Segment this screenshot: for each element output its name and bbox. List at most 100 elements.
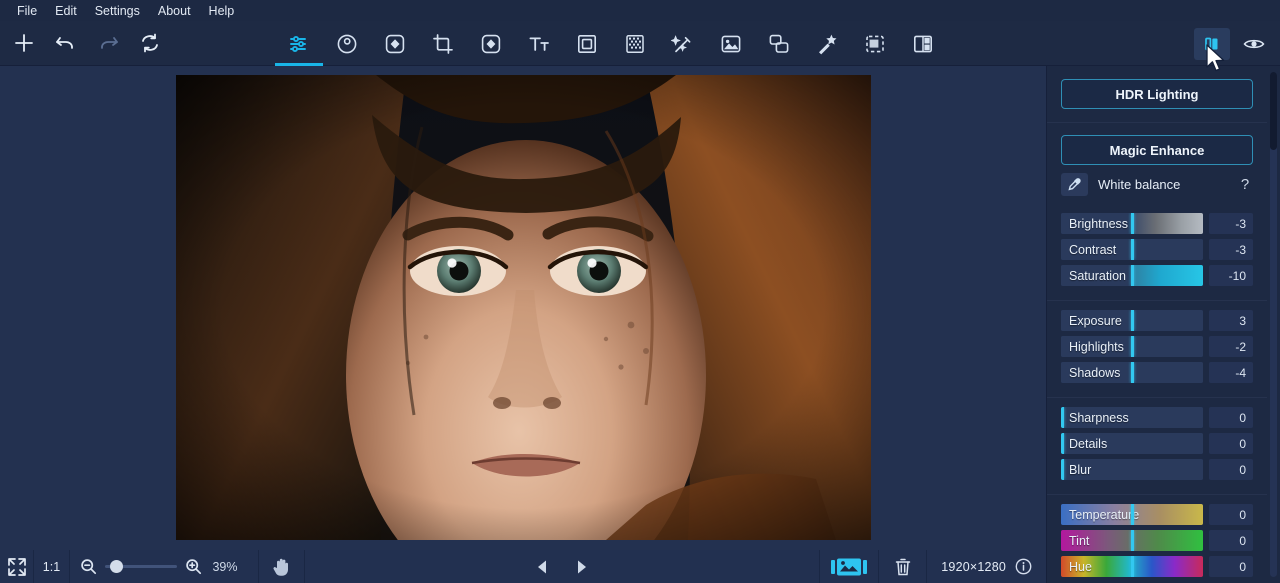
zoom-slider[interactable] bbox=[105, 560, 177, 573]
zoom-in-icon[interactable] bbox=[185, 558, 202, 575]
tool-split-layout[interactable] bbox=[899, 21, 947, 66]
slider-thumb[interactable] bbox=[1130, 504, 1134, 525]
slider-thumb[interactable] bbox=[1130, 336, 1134, 357]
tool-layers[interactable] bbox=[755, 21, 803, 66]
tool-selection[interactable] bbox=[851, 21, 899, 66]
tool-magic-wand[interactable] bbox=[659, 21, 707, 66]
slider-value-shadows[interactable]: -4 bbox=[1209, 362, 1253, 383]
slider-contrast[interactable]: Contrast bbox=[1061, 239, 1203, 260]
panel-scrollbar-thumb[interactable] bbox=[1270, 72, 1277, 150]
zoom-control-group: 39% bbox=[70, 550, 259, 583]
menu-file[interactable]: File bbox=[8, 2, 46, 20]
adjustments-panel: HDR Lighting Magic Enhance White balance… bbox=[1046, 66, 1280, 583]
slider-row-saturation: Saturation -10 bbox=[1061, 265, 1253, 286]
tool-image[interactable] bbox=[707, 21, 755, 66]
slider-value-contrast[interactable]: -3 bbox=[1209, 239, 1253, 260]
photo-preview[interactable] bbox=[176, 75, 871, 540]
slider-hue[interactable]: Hue bbox=[1061, 556, 1203, 577]
slider-blur[interactable]: Blur bbox=[1061, 459, 1203, 480]
slider-thumb[interactable] bbox=[1061, 459, 1064, 480]
layers-icon bbox=[767, 32, 791, 56]
slider-thumb[interactable] bbox=[1130, 265, 1134, 286]
zoom-out-icon[interactable] bbox=[80, 558, 97, 575]
tool-effects[interactable] bbox=[371, 21, 419, 66]
slider-thumb[interactable] bbox=[1130, 530, 1134, 551]
tool-crop[interactable] bbox=[419, 21, 467, 66]
menu-about[interactable]: About bbox=[149, 2, 200, 20]
white-balance-label: White balance bbox=[1098, 177, 1181, 192]
eyedropper-icon[interactable] bbox=[1061, 173, 1088, 196]
split-layout-icon bbox=[911, 32, 935, 56]
slider-thumb[interactable] bbox=[1061, 407, 1064, 428]
slider-brightness[interactable]: Brightness bbox=[1061, 213, 1203, 234]
slider-tint[interactable]: Tint bbox=[1061, 530, 1203, 551]
panel-scrollbar[interactable] bbox=[1270, 72, 1277, 577]
actual-size-button[interactable]: 1:1 bbox=[34, 550, 70, 583]
redo-button[interactable] bbox=[92, 27, 124, 59]
white-balance-help-icon[interactable]: ? bbox=[1237, 176, 1253, 193]
effects-icon bbox=[383, 32, 407, 56]
slider-row-tint: Tint 0 bbox=[1061, 530, 1253, 551]
photo-editor-window: File Edit Settings About Help 1:1 39% 19… bbox=[0, 0, 1280, 583]
slider-thumb[interactable] bbox=[1130, 213, 1134, 234]
slider-value-exposure[interactable]: 3 bbox=[1209, 310, 1253, 331]
tool-frame[interactable] bbox=[563, 21, 611, 66]
filmstrip-button[interactable] bbox=[819, 550, 880, 583]
slider-thumb[interactable] bbox=[1130, 362, 1134, 383]
delete-image-button[interactable] bbox=[879, 550, 928, 583]
slider-exposure[interactable]: Exposure bbox=[1061, 310, 1203, 331]
slider-value-brightness[interactable]: -3 bbox=[1209, 213, 1253, 234]
tool-wand-star[interactable] bbox=[803, 21, 851, 66]
hdr-lighting-button[interactable]: HDR Lighting bbox=[1061, 79, 1253, 109]
magic-enhance-button[interactable]: Magic Enhance bbox=[1061, 135, 1253, 165]
slider-value-blur[interactable]: 0 bbox=[1209, 459, 1253, 480]
slider-value-highlights[interactable]: -2 bbox=[1209, 336, 1253, 357]
prev-image-button[interactable] bbox=[535, 559, 550, 575]
slider-value-tint[interactable]: 0 bbox=[1209, 530, 1253, 551]
slider-fill bbox=[1061, 459, 1203, 480]
slider-sharpness[interactable]: Sharpness bbox=[1061, 407, 1203, 428]
menu-edit[interactable]: Edit bbox=[46, 2, 86, 20]
tool-text[interactable] bbox=[515, 21, 563, 66]
tool-portrait-retouch[interactable] bbox=[323, 21, 371, 66]
zoom-slider-thumb[interactable] bbox=[110, 560, 124, 573]
crop-icon bbox=[431, 32, 455, 56]
slider-value-temperature[interactable]: 0 bbox=[1209, 504, 1253, 525]
menu-help[interactable]: Help bbox=[200, 2, 244, 20]
slider-temperature[interactable]: Temperature bbox=[1061, 504, 1203, 525]
slider-thumb[interactable] bbox=[1130, 556, 1134, 577]
slider-row-hue: Hue 0 bbox=[1061, 556, 1253, 577]
exposure-group: Exposure 3 Highlights -2 Shadows -4 bbox=[1047, 301, 1267, 398]
slider-shadows[interactable]: Shadows bbox=[1061, 362, 1203, 383]
next-image-button[interactable] bbox=[574, 559, 589, 575]
slider-value-hue[interactable]: 0 bbox=[1209, 556, 1253, 577]
tool-texture[interactable] bbox=[611, 21, 659, 66]
add-button[interactable] bbox=[8, 27, 40, 59]
white-balance-row: White balance ? bbox=[1047, 167, 1267, 204]
fit-to-screen-button[interactable] bbox=[0, 550, 34, 583]
slider-value-saturation[interactable]: -10 bbox=[1209, 265, 1253, 286]
slider-thumb[interactable] bbox=[1130, 310, 1134, 331]
slider-thumb[interactable] bbox=[1061, 433, 1064, 454]
slider-fill bbox=[1061, 433, 1203, 454]
text-icon bbox=[527, 32, 551, 56]
slider-thumb[interactable] bbox=[1130, 239, 1134, 260]
undo-button[interactable] bbox=[50, 27, 82, 59]
preview-eye-button[interactable] bbox=[1236, 28, 1272, 60]
slider-value-sharpness[interactable]: 0 bbox=[1209, 407, 1253, 428]
canvas-area[interactable] bbox=[0, 66, 1046, 550]
slider-details[interactable]: Details bbox=[1061, 433, 1203, 454]
reset-button[interactable] bbox=[134, 27, 166, 59]
slider-value-details[interactable]: 0 bbox=[1209, 433, 1253, 454]
hand-tool-button[interactable] bbox=[259, 550, 305, 583]
slider-row-brightness: Brightness -3 bbox=[1061, 213, 1253, 234]
info-icon[interactable] bbox=[1015, 558, 1032, 575]
compare-split-button[interactable] bbox=[1194, 27, 1230, 60]
slider-saturation[interactable]: Saturation bbox=[1061, 265, 1203, 286]
detail-group: Sharpness 0 Details 0 Blur 0 bbox=[1047, 398, 1267, 495]
status-bar: 1:1 39% 1920×1280 bbox=[0, 550, 1046, 583]
menu-settings[interactable]: Settings bbox=[86, 2, 149, 20]
tool-adjustments[interactable] bbox=[275, 21, 323, 66]
tool-filters[interactable] bbox=[467, 21, 515, 66]
slider-highlights[interactable]: Highlights bbox=[1061, 336, 1203, 357]
